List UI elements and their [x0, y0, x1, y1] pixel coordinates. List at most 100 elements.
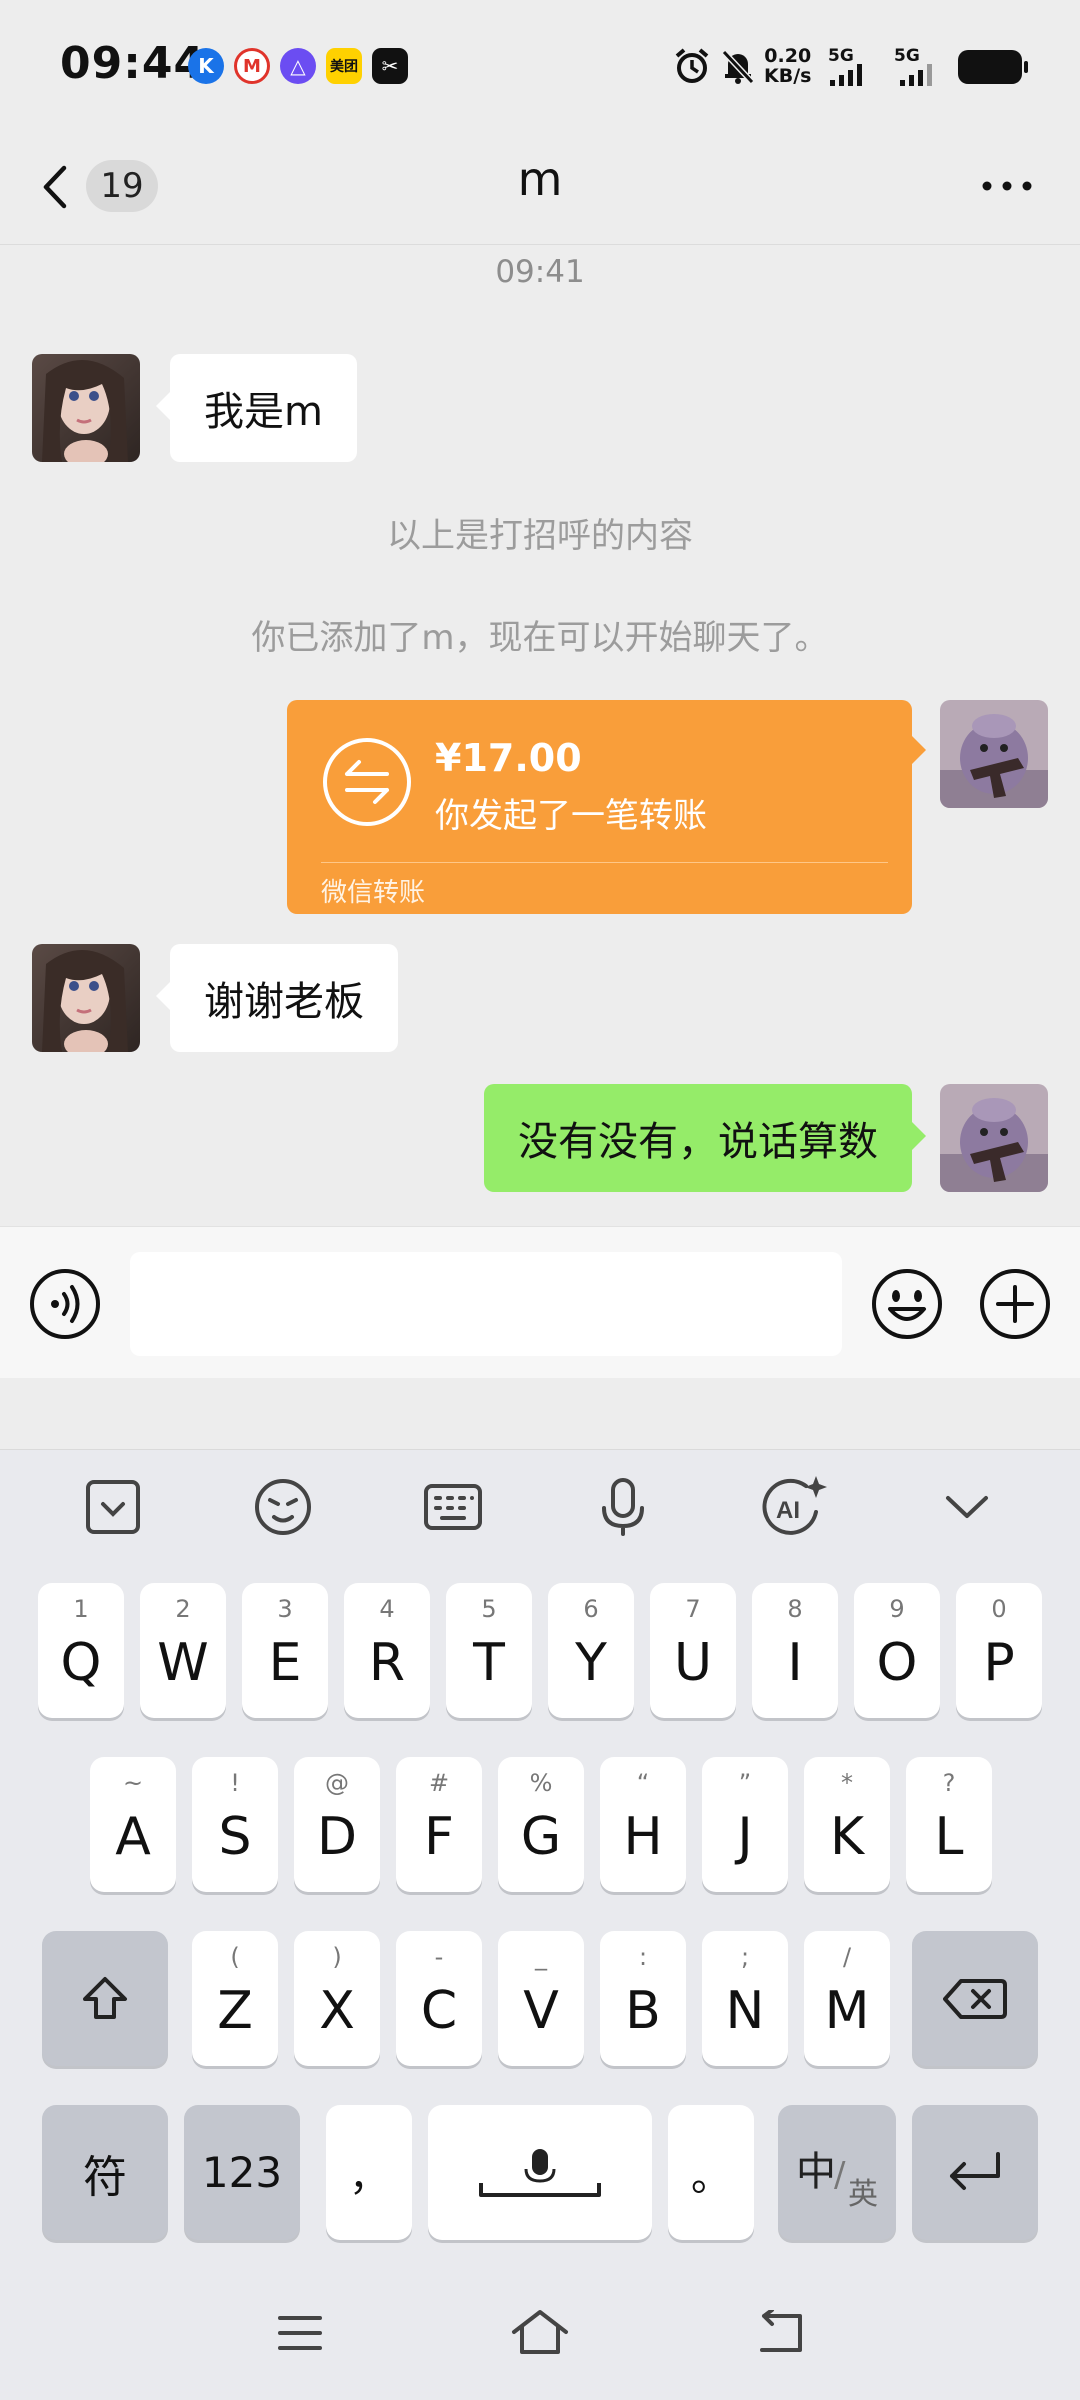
meituan-label: 美团	[330, 59, 358, 75]
key-label: S	[218, 1806, 252, 1867]
comma-key[interactable]: ，	[326, 2105, 412, 2240]
key-y[interactable]: 6Y	[548, 1583, 634, 1718]
contact-avatar[interactable]	[32, 354, 140, 462]
key-i[interactable]: 8I	[752, 1583, 838, 1718]
key-g[interactable]: % G	[498, 1757, 584, 1892]
shift-key[interactable]	[42, 1931, 168, 2066]
chevron-down-icon[interactable]	[932, 1472, 1002, 1542]
key-label: P	[983, 1632, 1015, 1693]
key-s[interactable]: ! S	[192, 1757, 278, 1892]
key-hint: ;	[740, 1943, 750, 1971]
key-m[interactable]: / M	[804, 1931, 890, 2066]
chat-area[interactable]: 09:41 我是m 以上是打招呼的内容 你已添加了m，现在可以开始聊天了。 ¥1…	[0, 246, 1080, 1226]
space-key[interactable]	[428, 2105, 652, 2240]
key-o[interactable]: 9O	[854, 1583, 940, 1718]
key-hint: :	[638, 1943, 648, 1971]
key-hint: 3	[277, 1595, 293, 1623]
transfer-amount: ¥17.00	[435, 736, 582, 780]
backspace-key[interactable]	[912, 1931, 1038, 2066]
key-hint: !	[230, 1769, 240, 1797]
key-n[interactable]: ; N	[702, 1931, 788, 2066]
key-c[interactable]: -C	[396, 1931, 482, 2066]
emoji-button[interactable]	[870, 1267, 944, 1341]
back-nav-icon[interactable]	[756, 2310, 806, 2356]
contact-avatar-image	[32, 944, 140, 1052]
key-hint: ~	[122, 1769, 144, 1797]
transfer-card[interactable]: ¥17.00 你发起了一笔转账 微信转账	[287, 700, 926, 914]
key-a[interactable]: ~ A	[90, 1757, 176, 1892]
microphone-icon[interactable]	[588, 1472, 658, 1542]
message-text: 没有没有，说话算数	[518, 1119, 878, 1165]
message-input[interactable]	[130, 1252, 842, 1356]
key-label: V	[523, 1980, 559, 2041]
more-options-button[interactable]	[972, 156, 1042, 216]
home-icon[interactable]	[510, 2308, 570, 2356]
key-label: F	[424, 1806, 454, 1867]
my-avatar[interactable]	[940, 1084, 1048, 1192]
emoji-keyboard-icon[interactable]	[248, 1472, 318, 1542]
chat-title: m	[517, 152, 563, 206]
numbers-key[interactable]: 123	[184, 2105, 300, 2240]
message-bubble-incoming[interactable]: 谢谢老板	[156, 944, 398, 1052]
keyboard-collapse-icon[interactable]	[78, 1472, 148, 1542]
key-hint: 8	[787, 1595, 803, 1623]
system-nav-bar	[0, 2270, 1080, 2400]
key-z[interactable]: (Z	[192, 1931, 278, 2066]
system-message: 以上是打招呼的内容	[387, 516, 693, 556]
backspace-icon	[943, 1978, 1007, 2019]
enter-key[interactable]	[912, 2105, 1038, 2240]
transfer-description: 你发起了一笔转账	[435, 796, 707, 836]
key-hint: 7	[685, 1595, 701, 1623]
voice-input-button[interactable]	[28, 1267, 102, 1341]
status-bar: 09:44 K M △ 美团 ✂ 0.20 KB/s 5G 5G	[0, 0, 1080, 130]
key-x[interactable]: ) X	[294, 1931, 380, 2066]
key-hint: 2	[175, 1595, 191, 1623]
key-label: C	[420, 1980, 458, 2041]
more-functions-button[interactable]	[978, 1267, 1052, 1341]
period-key[interactable]: 。	[668, 2105, 754, 2240]
message-bubble-outgoing[interactable]: 没有没有，说话算数	[484, 1084, 926, 1192]
lang-primary: 中	[796, 2149, 836, 2195]
key-label: W	[157, 1632, 209, 1693]
contact-avatar[interactable]	[32, 944, 140, 1052]
signal-icon	[830, 60, 862, 86]
signal-icon-2	[900, 60, 932, 86]
key-h[interactable]: “H	[600, 1757, 686, 1892]
key-label: U	[673, 1632, 713, 1693]
symbols-key[interactable]: 符	[42, 2105, 168, 2240]
capcut-icon: ✂	[372, 48, 408, 84]
app-m-icon: M	[234, 48, 270, 84]
key-b[interactable]: :B	[600, 1931, 686, 2066]
key-label: L	[934, 1806, 964, 1867]
key-label: G	[520, 1806, 562, 1867]
key-v[interactable]: _ V	[498, 1931, 584, 2066]
key-label: N	[725, 1980, 765, 2041]
key-k[interactable]: * K	[804, 1757, 890, 1892]
menu-icon[interactable]	[276, 2312, 324, 2354]
key-e[interactable]: 3E	[242, 1583, 328, 1718]
key-r[interactable]: 4R	[344, 1583, 430, 1718]
ai-icon[interactable]: AI	[758, 1472, 828, 1542]
key-hint: 5	[481, 1595, 497, 1623]
keyboard-layout-icon[interactable]	[418, 1472, 488, 1542]
key-w[interactable]: 2W	[140, 1583, 226, 1718]
key-label: D	[316, 1806, 358, 1867]
key-d[interactable]: @ D	[294, 1757, 380, 1892]
input-bar	[0, 1226, 1080, 1378]
key-q[interactable]: 1Q	[38, 1583, 124, 1718]
message-bubble-incoming[interactable]: 我是m	[156, 354, 357, 462]
key-u[interactable]: 7U	[650, 1583, 736, 1718]
key-t[interactable]: 5T	[446, 1583, 532, 1718]
key-hint: 0	[991, 1595, 1007, 1623]
language-switch-key[interactable]: 中 / 英	[778, 2105, 896, 2240]
key-label: Q	[60, 1632, 102, 1693]
key-p[interactable]: 0P	[956, 1583, 1042, 1718]
app-triangle-icon: △	[280, 48, 316, 84]
key-f[interactable]: # F	[396, 1757, 482, 1892]
network-speed: 0.20 KB/s	[764, 46, 811, 86]
input-panel-spacer	[0, 1378, 1080, 1450]
key-j[interactable]: ” J	[702, 1757, 788, 1892]
my-avatar[interactable]	[940, 700, 1048, 808]
shift-icon	[83, 1976, 127, 2019]
key-l[interactable]: ? L	[906, 1757, 992, 1892]
